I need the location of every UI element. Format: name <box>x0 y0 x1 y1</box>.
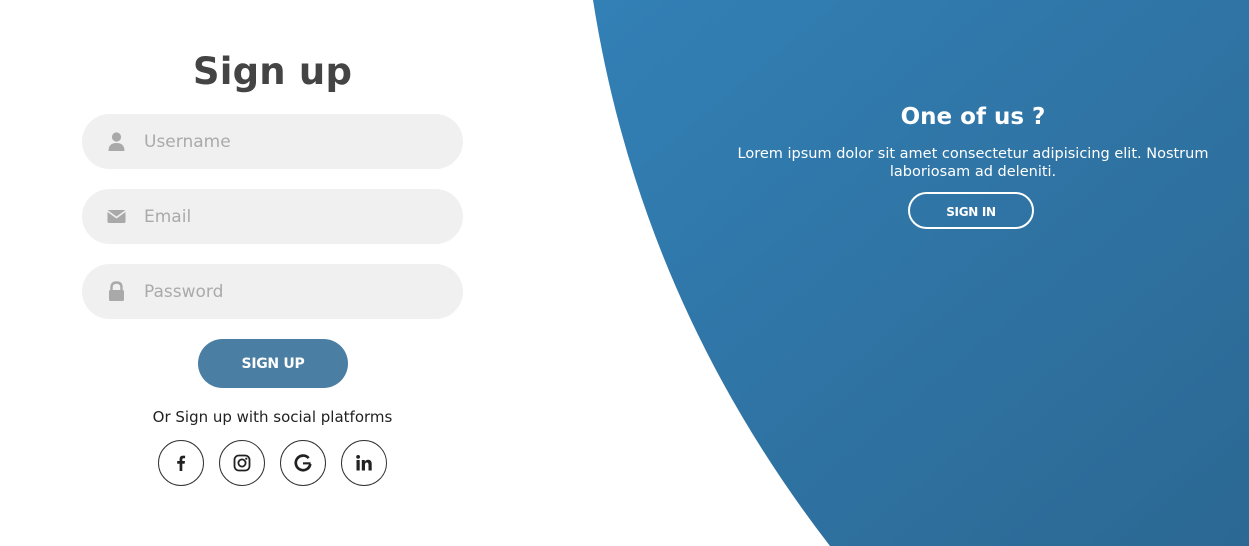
instagram-icon <box>233 454 251 472</box>
facebook-button[interactable] <box>158 440 204 486</box>
signup-page: Sign up SIGN UP Or Sign up with social p <box>0 0 1249 546</box>
panel-title: One of us ? <box>900 104 1046 130</box>
email-input[interactable] <box>144 189 444 244</box>
envelope-icon <box>107 210 126 223</box>
lock-icon <box>109 281 124 301</box>
google-button[interactable] <box>280 440 326 486</box>
google-icon <box>294 454 312 472</box>
email-field-wrapper[interactable] <box>82 189 463 244</box>
facebook-icon <box>177 455 186 471</box>
username-field-wrapper[interactable] <box>82 114 463 169</box>
instagram-button[interactable] <box>219 440 265 486</box>
sign-up-button[interactable]: SIGN UP <box>198 339 348 388</box>
social-icons-row <box>158 440 388 486</box>
linkedin-icon <box>356 455 372 471</box>
username-input[interactable] <box>144 114 444 169</box>
page-title: Sign up <box>192 50 353 93</box>
sign-in-button[interactable]: SIGN IN <box>908 192 1034 229</box>
user-icon <box>108 132 125 151</box>
social-text: Or Sign up with social platforms <box>152 408 393 426</box>
password-input[interactable] <box>144 264 444 319</box>
panel-text: Lorem ipsum dolor sit amet consectetur a… <box>737 146 1209 180</box>
linkedin-button[interactable] <box>341 440 387 486</box>
password-field-wrapper[interactable] <box>82 264 463 319</box>
